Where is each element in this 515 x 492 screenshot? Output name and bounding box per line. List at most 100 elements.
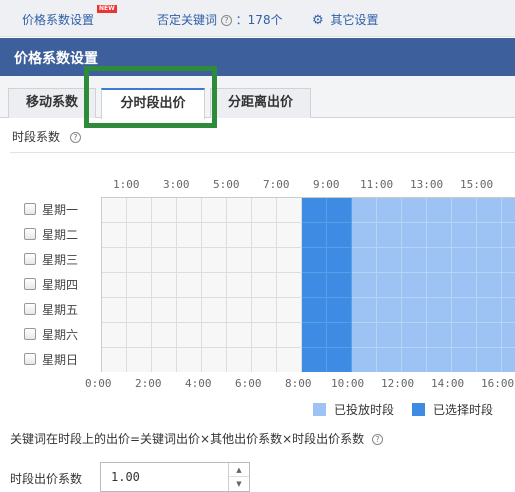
price-coef-link[interactable]: 价格系数设置 NEW <box>22 5 117 28</box>
schedule-cell[interactable] <box>427 273 452 298</box>
schedule-cell[interactable] <box>152 298 177 323</box>
schedule-cell[interactable] <box>127 273 152 298</box>
schedule-cell[interactable] <box>102 348 127 372</box>
schedule-cell[interactable] <box>302 348 327 372</box>
schedule-cell[interactable] <box>227 248 252 273</box>
schedule-cell[interactable] <box>352 223 377 248</box>
schedule-cell[interactable] <box>352 348 377 372</box>
schedule-cell[interactable] <box>477 323 502 348</box>
schedule-cell[interactable] <box>177 273 202 298</box>
schedule-cell[interactable] <box>377 198 402 223</box>
schedule-cell[interactable] <box>127 348 152 372</box>
schedule-cell[interactable] <box>202 273 227 298</box>
schedule-cell[interactable] <box>302 323 327 348</box>
help-icon[interactable]: ? <box>372 434 383 445</box>
schedule-cell[interactable] <box>252 298 277 323</box>
tab-mobile-coef[interactable]: 移动系数 <box>8 88 96 118</box>
schedule-cell[interactable] <box>452 198 477 223</box>
schedule-cell[interactable] <box>377 348 402 372</box>
schedule-cell[interactable] <box>352 248 377 273</box>
schedule-cell[interactable] <box>502 198 515 223</box>
schedule-cell[interactable] <box>427 323 452 348</box>
schedule-cell[interactable] <box>502 298 515 323</box>
schedule-cell[interactable] <box>452 298 477 323</box>
schedule-cell[interactable] <box>177 348 202 372</box>
schedule-cell[interactable] <box>277 248 302 273</box>
schedule-cell[interactable] <box>402 223 427 248</box>
help-icon[interactable]: ? <box>220 15 232 26</box>
schedule-cell[interactable] <box>227 348 252 372</box>
schedule-cell[interactable] <box>402 273 427 298</box>
schedule-cell[interactable] <box>452 273 477 298</box>
schedule-cell[interactable] <box>252 223 277 248</box>
schedule-cell[interactable] <box>427 348 452 372</box>
schedule-cell[interactable] <box>477 348 502 372</box>
schedule-cell[interactable] <box>102 273 127 298</box>
schedule-cell[interactable] <box>227 223 252 248</box>
schedule-cell[interactable] <box>277 323 302 348</box>
schedule-cell[interactable] <box>102 298 127 323</box>
schedule-cell[interactable] <box>252 323 277 348</box>
day-checkbox[interactable] <box>24 253 36 265</box>
schedule-cell[interactable] <box>302 198 327 223</box>
schedule-cell[interactable] <box>352 323 377 348</box>
schedule-cell[interactable] <box>327 248 352 273</box>
schedule-cell[interactable] <box>202 348 227 372</box>
negative-keywords-link[interactable]: 否定关键词 ? ：178个 <box>157 11 283 28</box>
schedule-cell[interactable] <box>152 198 177 223</box>
schedule-cell[interactable] <box>377 273 402 298</box>
schedule-cell[interactable] <box>302 273 327 298</box>
schedule-cell[interactable] <box>327 323 352 348</box>
schedule-cell[interactable] <box>152 248 177 273</box>
stepper-down-icon[interactable]: ▼ <box>229 477 249 491</box>
schedule-cell[interactable] <box>427 198 452 223</box>
schedule-cell[interactable] <box>227 323 252 348</box>
schedule-cell[interactable] <box>227 273 252 298</box>
schedule-cell[interactable] <box>152 273 177 298</box>
schedule-cell[interactable] <box>502 223 515 248</box>
schedule-cell[interactable] <box>452 223 477 248</box>
day-checkbox[interactable] <box>24 278 36 290</box>
schedule-cell[interactable] <box>352 273 377 298</box>
schedule-cell[interactable] <box>477 248 502 273</box>
day-checkbox[interactable] <box>24 303 36 315</box>
schedule-cell[interactable] <box>502 348 515 372</box>
help-icon[interactable]: ? <box>69 132 81 143</box>
schedule-cell[interactable] <box>252 273 277 298</box>
schedule-cell[interactable] <box>127 298 152 323</box>
schedule-cell[interactable] <box>177 198 202 223</box>
schedule-cell[interactable] <box>177 298 202 323</box>
schedule-cell[interactable] <box>127 323 152 348</box>
schedule-cell[interactable] <box>402 348 427 372</box>
schedule-cell[interactable] <box>502 248 515 273</box>
schedule-cell[interactable] <box>352 198 377 223</box>
schedule-cell[interactable] <box>277 223 302 248</box>
schedule-cell[interactable] <box>427 298 452 323</box>
schedule-cell[interactable] <box>327 348 352 372</box>
schedule-cell[interactable] <box>252 198 277 223</box>
tab-distance-bid[interactable]: 分距离出价 <box>210 88 311 118</box>
day-checkbox[interactable] <box>24 328 36 340</box>
schedule-cell[interactable] <box>402 198 427 223</box>
time-schedule-grid[interactable] <box>101 197 515 372</box>
schedule-cell[interactable] <box>127 198 152 223</box>
schedule-cell[interactable] <box>177 323 202 348</box>
schedule-cell[interactable] <box>452 323 477 348</box>
schedule-cell[interactable] <box>327 298 352 323</box>
schedule-cell[interactable] <box>477 198 502 223</box>
schedule-cell[interactable] <box>227 198 252 223</box>
tab-time-bid[interactable]: 分时段出价 <box>101 88 205 119</box>
schedule-cell[interactable] <box>402 323 427 348</box>
schedule-cell[interactable] <box>127 248 152 273</box>
schedule-cell[interactable] <box>252 348 277 372</box>
schedule-cell[interactable] <box>127 223 152 248</box>
schedule-cell[interactable] <box>152 223 177 248</box>
schedule-cell[interactable] <box>102 223 127 248</box>
schedule-cell[interactable] <box>427 223 452 248</box>
schedule-cell[interactable] <box>202 198 227 223</box>
schedule-cell[interactable] <box>302 298 327 323</box>
schedule-cell[interactable] <box>327 223 352 248</box>
schedule-cell[interactable] <box>177 248 202 273</box>
schedule-cell[interactable] <box>502 323 515 348</box>
schedule-cell[interactable] <box>452 348 477 372</box>
